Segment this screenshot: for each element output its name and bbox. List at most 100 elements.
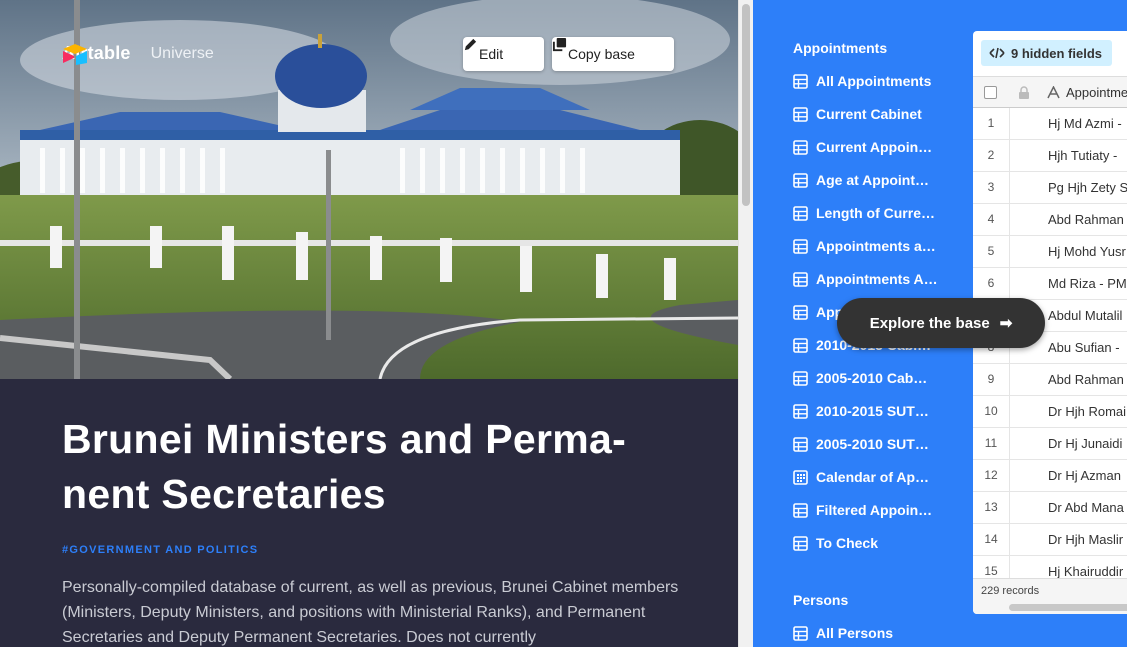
- row-divider: [1009, 204, 1010, 236]
- appointments-heading: Appointments: [793, 40, 888, 56]
- row-divider: [1009, 236, 1010, 268]
- base-detail-panel: Airtable Universe Edit Copy base Brunei …: [0, 0, 738, 647]
- grid-icon: [793, 73, 808, 89]
- scrollbar-thumb[interactable]: [742, 4, 750, 206]
- table-row[interactable]: 9 Abd Rahman: [973, 364, 1127, 396]
- sidebar-item-label: All Persons: [816, 625, 894, 641]
- table-row[interactable]: 3 Pg Hjh Zety S: [973, 172, 1127, 204]
- sidebar-item-view-14[interactable]: To Check: [793, 531, 938, 555]
- appointment-cell[interactable]: Hj Md Azmi -: [1048, 116, 1122, 131]
- appointment-cell[interactable]: Abd Rahman: [1048, 212, 1124, 227]
- appointment-cell[interactable]: Hj Khairuddir: [1048, 564, 1123, 579]
- arrow-right-icon: ➡: [999, 315, 1013, 332]
- sidebar-item-label: Current Appoin…: [816, 139, 933, 155]
- explore-label: Explore the base: [869, 314, 990, 332]
- sidebar-item-view-12[interactable]: Calendar of Ap…: [793, 465, 938, 489]
- hidden-fields-button[interactable]: 9 hidden fields: [981, 40, 1112, 66]
- appointment-cell[interactable]: Md Riza - PM: [1048, 276, 1127, 291]
- row-number: 12: [984, 468, 998, 482]
- appointment-cell[interactable]: Abu Sufian -: [1048, 340, 1120, 355]
- sidebar-item-view-10[interactable]: 2010-2015 SUT…: [793, 399, 938, 423]
- appointment-cell[interactable]: Pg Hjh Zety S: [1048, 180, 1127, 195]
- sidebar-item-label: 2010-2015 SUT…: [816, 403, 929, 419]
- row-number: 3: [987, 180, 995, 194]
- sidebar-item-persons-0[interactable]: All Persons: [793, 621, 938, 645]
- table-row[interactable]: 6 Md Riza - PM: [973, 268, 1127, 300]
- row-number: 11: [984, 436, 998, 450]
- column-header-appointment[interactable]: Appointme: [1066, 85, 1127, 100]
- appointment-cell[interactable]: Dr Hj Azman: [1048, 468, 1121, 483]
- sidebar-item-label: 2005-2010 Cab…: [816, 370, 928, 386]
- appointment-cell[interactable]: Hjh Tutiaty -: [1048, 148, 1117, 163]
- row-number: 4: [987, 212, 995, 226]
- hero-image: Airtable Universe Edit Copy base: [0, 0, 738, 379]
- grid-header: Appointme: [973, 76, 1127, 108]
- calendar-icon: [793, 469, 808, 485]
- copy-base-button[interactable]: Copy base: [552, 37, 674, 71]
- grid-icon: [793, 403, 808, 419]
- select-all-checkbox[interactable]: [984, 86, 997, 99]
- grid-icon: [793, 502, 808, 518]
- row-number: 13: [984, 500, 998, 514]
- appointment-cell[interactable]: Abdul Mutalil: [1048, 308, 1122, 323]
- row-number: 9: [987, 372, 995, 386]
- sidebar-item-label: Appointments a…: [816, 238, 936, 254]
- grid-icon: [793, 172, 808, 188]
- appointment-cell[interactable]: Dr Abd Mana: [1048, 500, 1124, 515]
- table-row[interactable]: 11 Dr Hj Junaidi: [973, 428, 1127, 460]
- sidebar-item-view-0[interactable]: All Appointments: [793, 69, 938, 93]
- table-row[interactable]: 4 Abd Rahman: [973, 204, 1127, 236]
- row-number: 6: [987, 276, 995, 290]
- sidebar-item-label: To Check: [816, 535, 878, 551]
- sidebar-item-label: Current Cabinet: [816, 106, 922, 122]
- sidebar-item-view-2[interactable]: Current Appoin…: [793, 135, 938, 159]
- table-row[interactable]: 1 Hj Md Azmi -: [973, 108, 1127, 140]
- row-divider: [1009, 140, 1010, 172]
- appointment-cell[interactable]: Abd Rahman: [1048, 372, 1124, 387]
- grid-icon: [793, 436, 808, 452]
- base-title: Brunei Ministers and Perma-nent Secretar…: [62, 416, 627, 517]
- sidebar-item-view-5[interactable]: Appointments a…: [793, 234, 938, 258]
- row-number: 1: [987, 116, 995, 130]
- edit-button[interactable]: Edit: [463, 37, 544, 71]
- grid-footer: 229 records: [973, 578, 1127, 614]
- grid-icon: [793, 139, 808, 155]
- brand-sub: Universe: [150, 44, 214, 62]
- horizontal-scrollbar[interactable]: [1009, 604, 1127, 611]
- sidebar-item-view-6[interactable]: Appointments A…: [793, 267, 938, 291]
- table-row[interactable]: 14 Dr Hjh Maslir: [973, 524, 1127, 556]
- row-divider: [1009, 460, 1010, 492]
- base-info: Brunei Ministers and Perma-nent Secretar…: [0, 379, 738, 647]
- grid-icon: [793, 205, 808, 221]
- sidebar-item-view-11[interactable]: 2005-2010 SUT…: [793, 432, 938, 456]
- grid-icon: [793, 106, 808, 122]
- table-row[interactable]: 2 Hjh Tutiaty -: [973, 140, 1127, 172]
- sidebar-item-label: Age at Appoint…: [816, 172, 930, 188]
- sidebar-item-view-9[interactable]: 2005-2010 Cab…: [793, 366, 938, 390]
- grid-icon: [793, 304, 808, 320]
- sidebar-item-label: Appointments A…: [816, 271, 938, 287]
- sidebar-item-view-1[interactable]: Current Cabinet: [793, 102, 938, 126]
- persons-heading: Persons: [793, 592, 849, 608]
- pencil-icon: [464, 38, 477, 51]
- sidebar-item-view-4[interactable]: Length of Curre…: [793, 201, 938, 225]
- sidebar-item-label: Filtered Appoin…: [816, 502, 933, 518]
- appointment-cell[interactable]: Dr Hjh Romai: [1048, 404, 1126, 419]
- appointment-cell[interactable]: Hj Mohd Yusr: [1048, 244, 1126, 259]
- table-row[interactable]: 13 Dr Abd Mana: [973, 492, 1127, 524]
- page: Airtable Universe Edit Copy base Brunei …: [0, 0, 1127, 647]
- sidebar-item-view-13[interactable]: Filtered Appoin…: [793, 498, 938, 522]
- table-row[interactable]: 10 Dr Hjh Romai: [973, 396, 1127, 428]
- table-row[interactable]: 12 Dr Hj Azman: [973, 460, 1127, 492]
- appointment-cell[interactable]: Dr Hjh Maslir: [1048, 532, 1123, 547]
- lock-icon: [1019, 86, 1029, 99]
- sidebar-item-view-3[interactable]: Age at Appoint…: [793, 168, 938, 192]
- explore-the-base-button[interactable]: Explore the base ➡: [837, 298, 1045, 348]
- airtable-brand[interactable]: Airtable Universe: [62, 43, 214, 65]
- appointment-cell[interactable]: Dr Hj Junaidi: [1048, 436, 1122, 451]
- sidebar-item-label: 2005-2010 SUT…: [816, 436, 929, 452]
- row-divider: [1009, 172, 1010, 204]
- category-tag[interactable]: #GOVERNMENT AND POLITICS: [62, 544, 258, 556]
- page-scrollbar[interactable]: [738, 0, 753, 647]
- table-row[interactable]: 5 Hj Mohd Yusr: [973, 236, 1127, 268]
